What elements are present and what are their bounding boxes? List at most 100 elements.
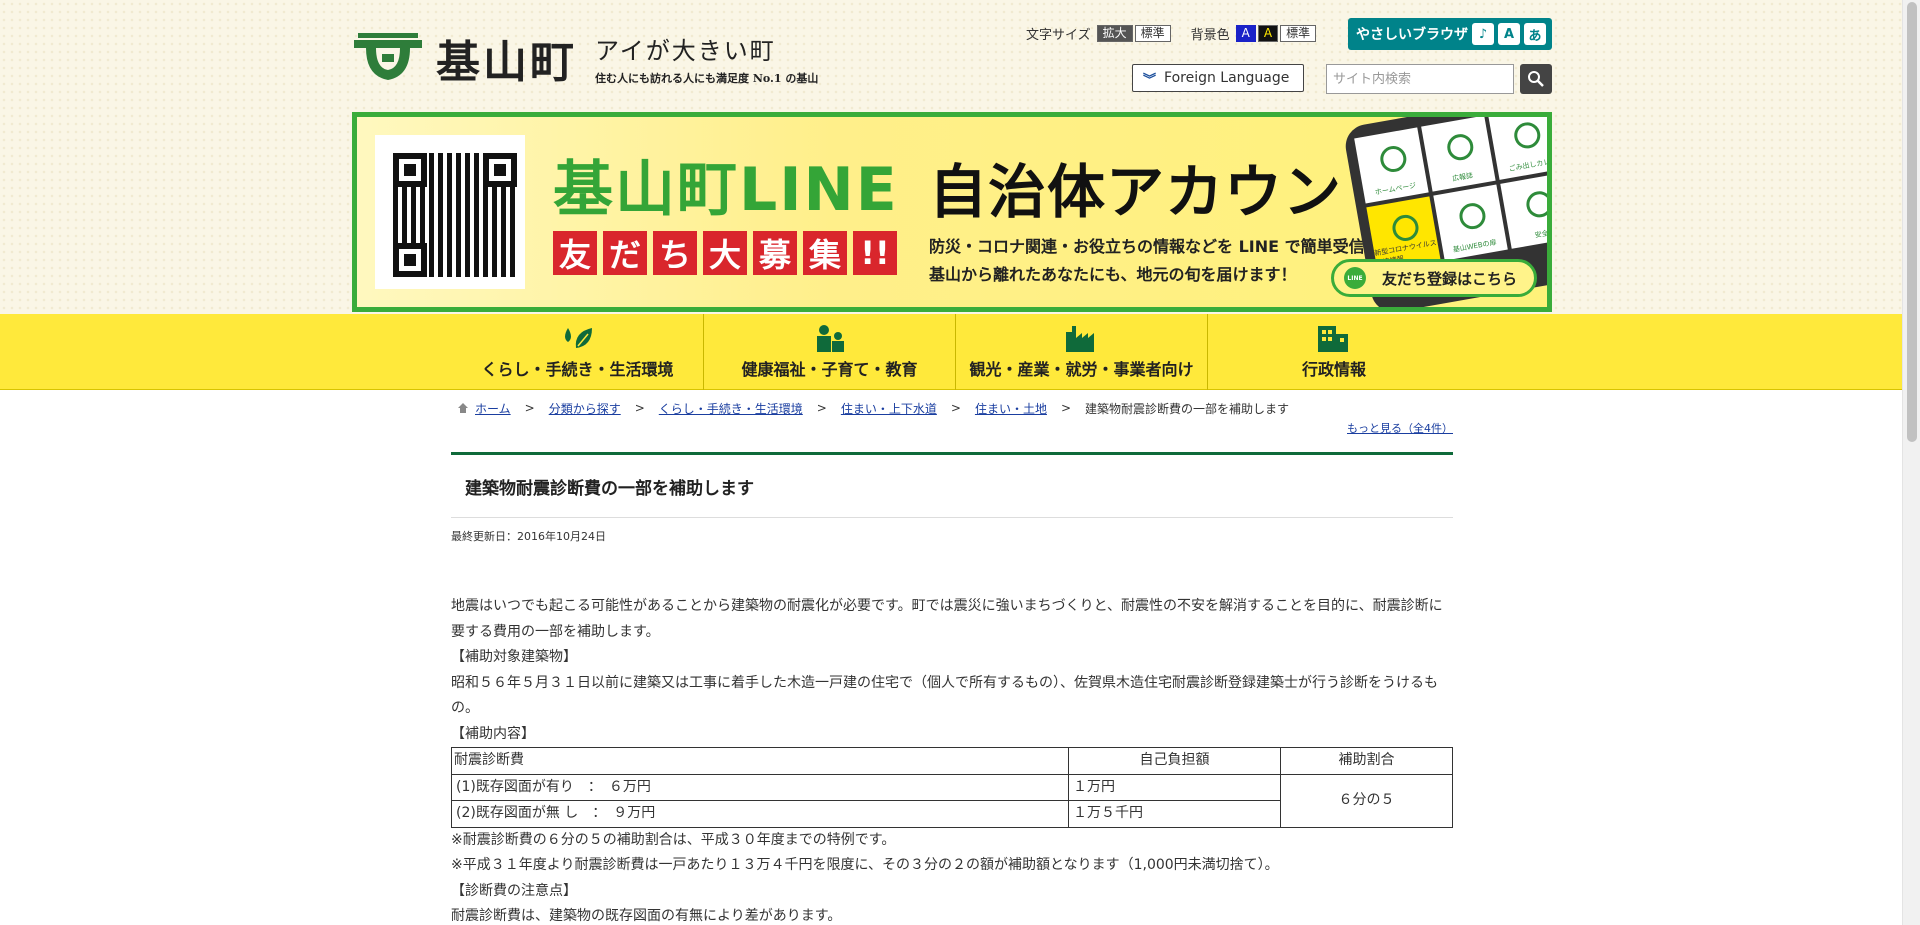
subsidy-table: 耐震診断費 自己負担額 補助割合 (1)既存図面が有り ： ６万円 １万円 ６分… [451, 747, 1453, 828]
bg-blue-button[interactable]: A [1235, 25, 1256, 42]
breadcrumb-housing-water[interactable]: 住まい・上下水道 [841, 400, 937, 417]
phone-menu-cell: 広報誌 [1421, 117, 1496, 192]
global-nav: くらし・手続き・生活環境 健康福祉・子育て・教育 観光・産業・就労・事業者向け [0, 314, 1902, 390]
furigana-icon: あ [1524, 23, 1546, 45]
breadcrumb-separator: > [524, 401, 535, 415]
home-icon [458, 403, 468, 413]
nav-item-living[interactable]: くらし・手続き・生活環境 [452, 314, 704, 390]
table-cell-ratio: ６分の５ [1280, 773, 1453, 828]
table-header: 耐震診断費 [451, 747, 1069, 775]
font-large-button[interactable]: 拡大 [1096, 25, 1133, 42]
recruit-char: !! [853, 231, 897, 275]
main-content: ホーム > 分類から探す > くらし・手続き・生活環境 > 住まい・上下水道 >… [451, 398, 1453, 925]
heading-content: 【補助内容】 [451, 725, 535, 742]
nav-label: 健康福祉・子育て・教育 [741, 360, 918, 379]
table-header-row: 耐震診断費 自己負担額 補助割合 [451, 747, 1453, 775]
table-cell: １万５千円 [1068, 800, 1281, 828]
paragraph-notice: 耐震診断費は、建築物の既存図面の有無により差があります。 [451, 908, 842, 924]
text-size-icon: A [1498, 23, 1520, 45]
banner-recruit: 友 だ ち 大 募 集 !! [553, 231, 897, 275]
breadcrumb-home[interactable]: ホーム [475, 400, 511, 417]
recruit-char: 友 [553, 231, 597, 275]
breadcrumb-separator: > [634, 401, 645, 415]
nav-item-industry[interactable]: 観光・産業・就労・事業者向け [956, 314, 1208, 390]
vertical-scrollbar[interactable] [1902, 0, 1920, 925]
breadcrumb-separator: > [950, 401, 961, 415]
banner-title-green: 基山町LINE [553, 155, 899, 225]
banner-line-1: 防災・コロナ関連・お役立ちの情報などを LINE で簡単受信！ [929, 237, 1381, 256]
breadcrumb-separator: > [816, 401, 827, 415]
breadcrumb: ホーム > 分類から探す > くらし・手続き・生活環境 > 住まい・上下水道 >… [451, 398, 1453, 418]
note-1: ※耐震診断費の６分の５の補助割合は、平成３０年度までの特例です。 [451, 831, 896, 848]
recruit-char: 募 [753, 231, 797, 275]
foreign-language-label: Foreign Language [1164, 70, 1290, 86]
add-friend-label: 友だち登録はこちら [1382, 269, 1518, 288]
table-header: 補助割合 [1280, 747, 1453, 775]
breadcrumb-living[interactable]: くらし・手続き・生活環境 [659, 400, 803, 417]
table-header: 自己負担額 [1068, 747, 1281, 775]
easy-browser-label: やさしいブラウザ [1356, 27, 1468, 43]
phone-menu-cell: 基山WEBの扉 [1433, 184, 1508, 261]
easy-browser-button[interactable]: やさしいブラウザ ♪ A あ [1348, 18, 1552, 50]
recruit-char: 大 [703, 231, 747, 275]
nav-label: くらし・手続き・生活環境 [481, 360, 674, 379]
logo-name: 基山町 [436, 37, 577, 88]
recruit-char: だ [603, 231, 647, 275]
factory-icon [1065, 326, 1094, 352]
people-icon [816, 325, 844, 352]
breadcrumb-current: 建築物耐震診断費の一部を補助します [1085, 401, 1290, 416]
speaker-icon: ♪ [1472, 23, 1494, 45]
site-logo[interactable]: 基山町 アイが大きい町 住む人にも訪れる人にも満足度 No.1 の基山 [352, 26, 818, 90]
bg-black-button[interactable]: A [1257, 25, 1279, 42]
phone-menu-cell: ホームページ [1354, 127, 1429, 204]
heading-notice: 【診断費の注意点】 [451, 882, 577, 899]
article-body: 地震はいつでも起こる可能性があることから建築物の耐震化が必要です。町では震災に強… [451, 594, 1453, 925]
paragraph-target: 昭和５６年５月３１日以前に建築又は工事に着手した木造一戸建の住宅で（個人で所有す… [451, 674, 1438, 717]
logo-subtitle: 住む人にも訪れる人にも満足度 No.1 の基山 [595, 71, 819, 85]
table-cell: (1)既存図面が有り ： ６万円 [451, 773, 1069, 801]
breadcrumb-category[interactable]: 分類から探す [549, 400, 621, 417]
breadcrumb-separator: > [1060, 401, 1072, 415]
logo-catchphrase: アイが大きい町 [595, 36, 776, 65]
bg-color-label: 背景色 [1190, 28, 1230, 43]
phone-menu-cell: ごみ出しカレ [1488, 117, 1547, 180]
phone-menu-cell: 安全 [1500, 172, 1547, 249]
search-input[interactable] [1326, 64, 1514, 94]
recruit-char: ち [653, 231, 697, 275]
site-header: 基山町 アイが大きい町 住む人にも訪れる人にも満足度 No.1 の基山 文字サイ… [352, 18, 1552, 108]
qr-code-pattern [393, 153, 517, 277]
more-link[interactable]: もっと見る（全4件） [1347, 422, 1453, 435]
search-button[interactable] [1520, 64, 1552, 94]
paragraph-intro: 地震はいつでも起こる可能性があることから建築物の耐震化が必要です。町では震災に強… [451, 598, 1443, 640]
bg-normal-button[interactable]: 標準 [1280, 25, 1317, 42]
heading-target: 【補助対象建築物】 [451, 649, 577, 665]
foreign-language-button[interactable]: ︾ Foreign Language [1132, 64, 1304, 92]
add-friend-button[interactable]: LINE 友だち登録はこちら [1331, 259, 1537, 297]
banner-description: 防災・コロナ関連・お役立ちの情報などを LINE で簡単受信！ 基山から離れたあ… [929, 233, 1381, 289]
table-cell: (2)既存図面が無 し ： ９万円 [451, 800, 1069, 828]
nav-label: 行政情報 [1301, 360, 1366, 379]
banner-line-2: 基山から離れたあなたにも、地元の旬を届けます！ [929, 265, 1297, 284]
double-chevron-down-icon: ︾ [1143, 72, 1157, 88]
accessibility-toolbar: 文字サイズ 拡大 標準 背景色 A A 標準 [1026, 24, 1318, 43]
scrollbar-thumb[interactable] [1907, 2, 1917, 442]
nav-label: 観光・産業・就労・事業者向け [969, 360, 1194, 379]
leaf-drop-icon [564, 328, 592, 348]
building-icon [1318, 326, 1348, 352]
nav-item-welfare[interactable]: 健康福祉・子育て・教育 [704, 314, 956, 390]
page-title: 建築物耐震診断費の一部を補助します [451, 452, 1453, 518]
banner-title-black: 自治体アカウント [929, 158, 1402, 226]
recruit-char: 集 [803, 231, 847, 275]
line-icon: LINE [1344, 267, 1366, 289]
font-normal-button[interactable]: 標準 [1134, 25, 1171, 42]
table-row: (1)既存図面が有り ： ６万円 １万円 ６分の５ [451, 773, 1453, 828]
town-emblem-icon [354, 33, 422, 80]
last-updated: 最終更新日：2016年10月24日 [451, 530, 606, 543]
table-cell: １万円 [1068, 773, 1281, 801]
line-account-banner[interactable]: 基山町LINE 自治体アカウント 友 だ ち 大 募 集 !! 防災・コロナ関連… [352, 112, 1552, 312]
note-2: ※平成３１年度より耐震診断費は一戸あたり１３万４千円を限度に、その３分の２の額が… [451, 857, 1279, 873]
search-icon [1528, 71, 1544, 87]
breadcrumb-housing-land[interactable]: 住まい・土地 [975, 400, 1047, 417]
nav-item-administration[interactable]: 行政情報 [1208, 314, 1460, 390]
font-size-label: 文字サイズ [1026, 28, 1091, 43]
